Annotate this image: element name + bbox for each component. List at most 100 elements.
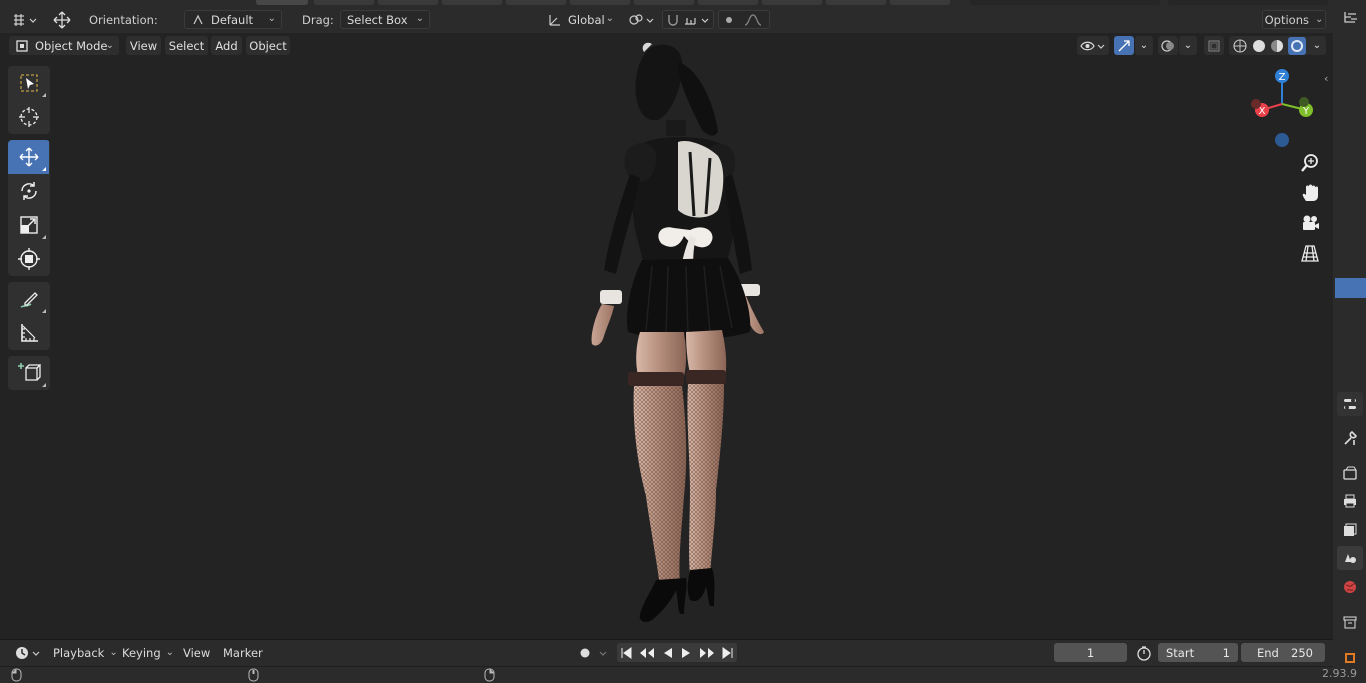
world-properties-tab[interactable] [1337, 575, 1363, 599]
preview-range-toggle[interactable] [1133, 643, 1155, 662]
start-value: 1 [1222, 645, 1230, 660]
shading-dropdown[interactable]: ⌄ [1308, 36, 1326, 55]
workspace-tab[interactable] [314, 0, 374, 5]
scene-properties-tab[interactable] [1337, 546, 1363, 570]
mode-dropdown[interactable]: Object Mode ⌄ [9, 36, 119, 55]
snap-button[interactable] [662, 10, 714, 29]
axes-icon [549, 14, 560, 26]
solid-shading-icon[interactable] [1251, 38, 1267, 54]
menu-select[interactable]: Select [165, 36, 208, 55]
transform-orientation-dropdown[interactable]: Global ⌄ [541, 10, 620, 29]
workspace-tab[interactable] [890, 0, 950, 5]
pan-button[interactable] [1297, 180, 1323, 206]
next-keyframe-icon[interactable] [698, 646, 716, 660]
workspace-tab-active[interactable] [256, 0, 308, 5]
move-tool[interactable] [8, 140, 49, 174]
navigation-gizmo[interactable]: Z Y X [1244, 64, 1320, 154]
sidebar-collapse-icon[interactable]: ‹ [1324, 72, 1328, 85]
camera-view-button[interactable] [1297, 210, 1323, 236]
menu-keying[interactable]: Keying ⌄ [116, 643, 174, 662]
menu-view[interactable]: View [126, 36, 161, 55]
select-box-tool[interactable] [8, 66, 49, 100]
workspace-tab[interactable] [826, 0, 886, 5]
properties-tabs-toggle[interactable] [1337, 392, 1363, 416]
workspace-tab[interactable] [506, 0, 566, 5]
chevron-down-icon: ⌄ [105, 40, 114, 51]
end-value: 250 [1291, 645, 1313, 660]
zoom-icon [1301, 154, 1318, 172]
render-properties-tab[interactable] [1337, 461, 1363, 485]
tool-properties-tab[interactable] [1337, 426, 1363, 450]
workspace-tab[interactable] [634, 0, 694, 5]
jump-end-icon[interactable] [721, 646, 735, 660]
object-mode-icon [16, 39, 28, 52]
toolbar-group-add [8, 356, 50, 390]
view-layer-field[interactable] [1168, 0, 1328, 5]
menu-playback[interactable]: Playback ⌄ [47, 643, 118, 662]
orientation-label: Orientation: [89, 13, 158, 27]
start-frame-field[interactable]: Start 1 [1158, 643, 1238, 662]
menu-object[interactable]: Object [246, 36, 290, 55]
timeline-editor-type-button[interactable] [8, 643, 40, 662]
neg-x-axis-handle[interactable] [1251, 99, 1261, 109]
jump-start-icon[interactable] [619, 646, 633, 660]
perspective-toggle-button[interactable] [1297, 240, 1323, 266]
material-shading-icon[interactable] [1269, 38, 1285, 54]
end-label: End [1257, 645, 1279, 660]
gizmo-dropdown[interactable]: ⌄ [1135, 36, 1153, 55]
view-layer-properties-tab[interactable] [1337, 518, 1363, 542]
workspace-tab[interactable] [698, 0, 758, 5]
shading-mode-group [1229, 36, 1309, 55]
options-dropdown[interactable]: Options ⌄ [1262, 10, 1326, 29]
rotate-icon [20, 182, 37, 200]
scene-field[interactable] [970, 0, 1160, 5]
character-model[interactable] [540, 40, 800, 630]
rotate-tool[interactable] [8, 174, 49, 208]
annotate-tool[interactable] [8, 282, 49, 316]
scale-tool[interactable] [8, 208, 49, 242]
orientation-dropdown[interactable]: Default ⌄ [184, 10, 282, 29]
play-reverse-icon[interactable] [661, 646, 675, 660]
chevron-down-icon: ⌄ [1139, 40, 1149, 51]
output-properties-tab[interactable] [1337, 489, 1363, 513]
x-axis-label: X [1259, 106, 1266, 117]
sliders-icon [1344, 398, 1356, 410]
menu-add[interactable]: Add [211, 36, 242, 55]
rendered-shading-icon[interactable] [1287, 36, 1306, 55]
collection-properties-tab[interactable] [1337, 610, 1363, 634]
overlays-dropdown[interactable]: ⌄ [1179, 36, 1197, 55]
outliner-display-button[interactable] [1337, 6, 1363, 30]
editor-type-button[interactable] [8, 10, 40, 29]
play-icon[interactable] [679, 646, 693, 660]
end-frame-field[interactable]: End 250 [1241, 643, 1325, 662]
pivot-point-button[interactable] [626, 10, 656, 29]
workspace-tab[interactable] [442, 0, 502, 5]
current-frame-field[interactable]: 1 [1054, 643, 1127, 662]
measure-tool[interactable] [8, 316, 49, 350]
menu-playback-label: Playback [53, 645, 105, 660]
mode-label: Object Mode [35, 38, 108, 53]
proportional-editing-button[interactable] [718, 10, 770, 29]
workspace-tab[interactable] [378, 0, 438, 5]
neg-z-axis-handle[interactable] [1275, 133, 1289, 147]
overlays-toggle-button[interactable] [1158, 36, 1178, 55]
menu-marker[interactable]: Marker [217, 643, 267, 662]
menu-view[interactable]: View [177, 643, 213, 662]
toolbar-group-annotate [8, 282, 50, 350]
chevron-down-icon: ⌄ [605, 13, 614, 24]
xray-toggle-button[interactable] [1204, 36, 1224, 55]
gizmo-toggle-button[interactable] [1114, 36, 1134, 55]
cursor-tool[interactable] [8, 100, 49, 134]
add-cube-tool[interactable] [8, 356, 49, 390]
prev-keyframe-icon[interactable] [638, 646, 656, 660]
move-tool-icon-header[interactable] [48, 10, 76, 29]
neg-y-axis-handle[interactable] [1299, 97, 1309, 107]
visibility-dropdown[interactable] [1077, 36, 1109, 55]
workspace-tab[interactable] [570, 0, 630, 5]
drag-dropdown[interactable]: Select Box ⌄ [340, 10, 430, 29]
wireframe-shading-icon[interactable] [1232, 38, 1248, 54]
zoom-button[interactable] [1297, 150, 1323, 176]
workspace-tab[interactable] [762, 0, 822, 5]
transform-tool[interactable] [8, 242, 49, 276]
auto-keying-toggle[interactable] [572, 643, 612, 662]
